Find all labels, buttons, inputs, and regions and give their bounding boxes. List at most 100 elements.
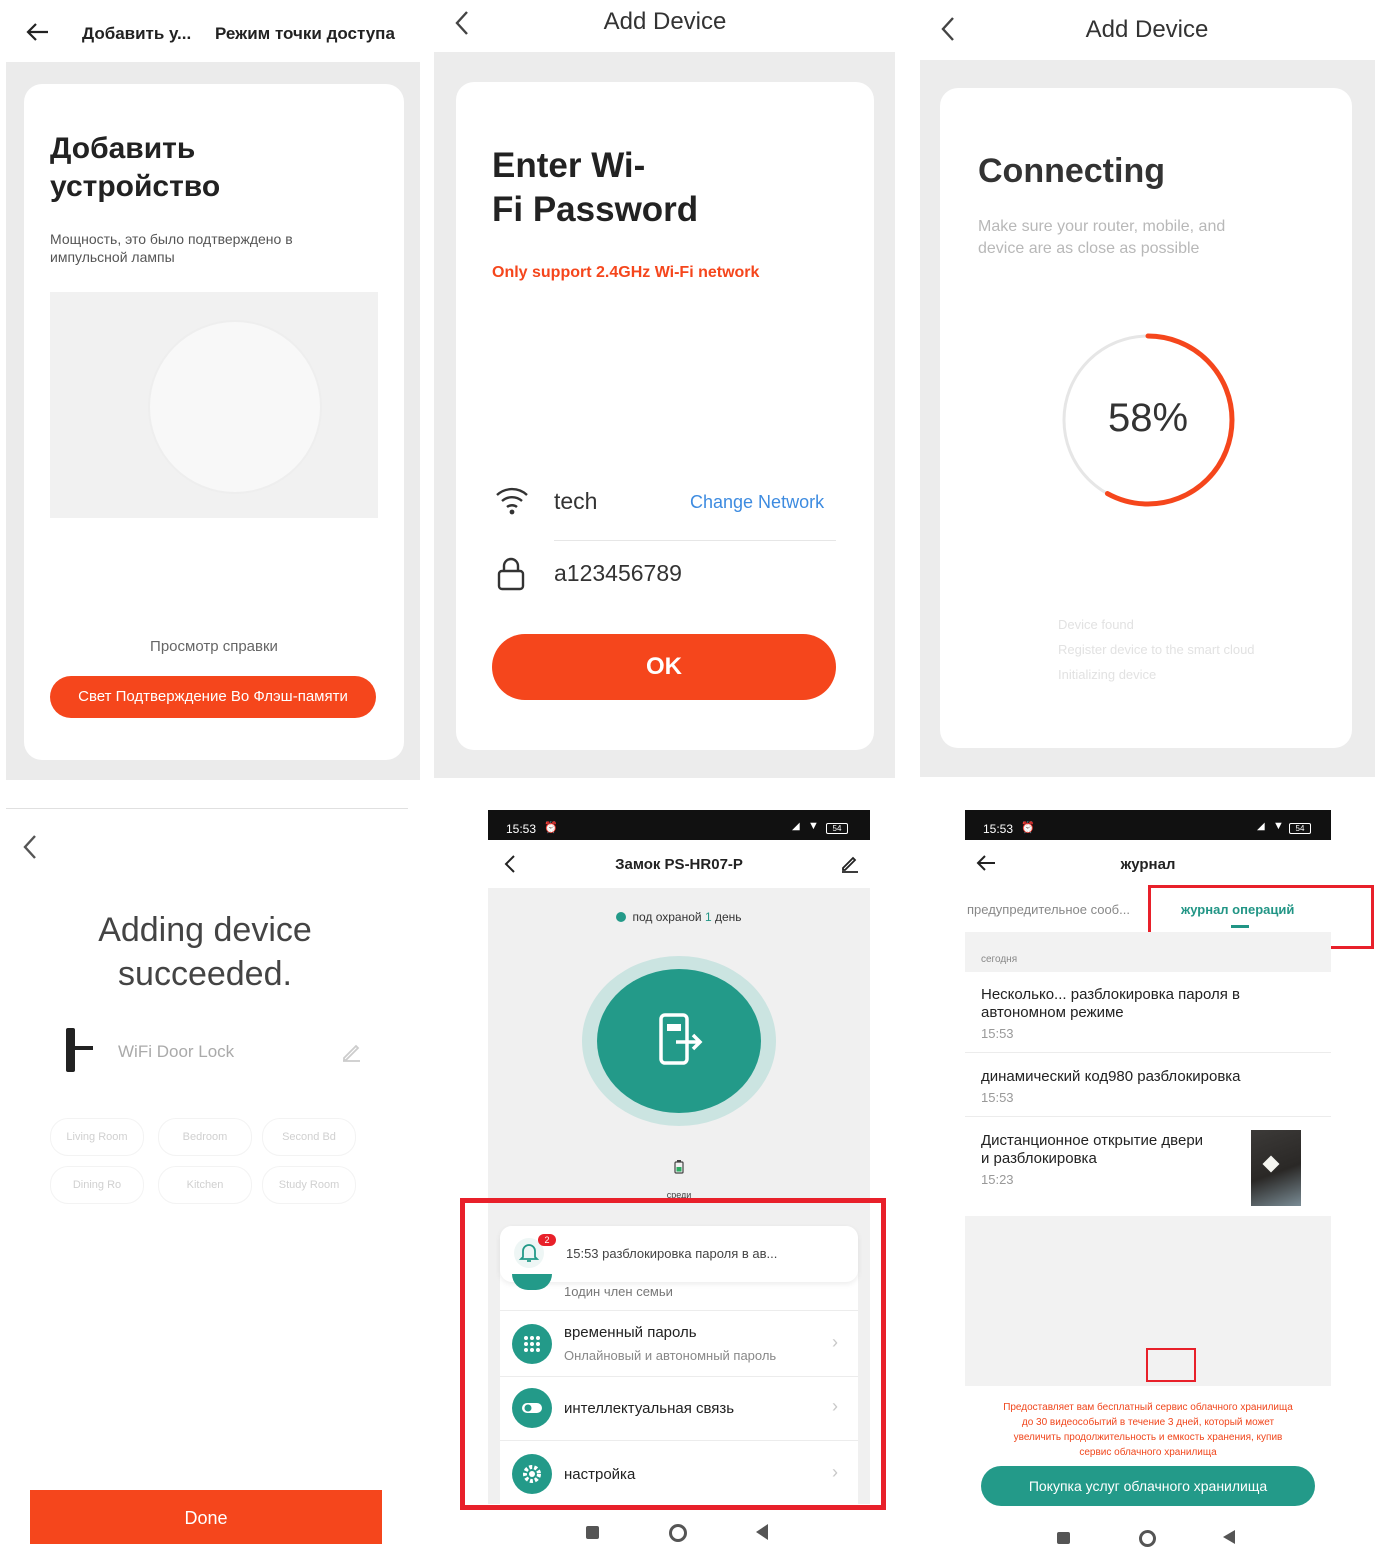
page-title: Adding device succeeded. xyxy=(0,908,410,996)
cloud-notice-line-1: Предоставляет вам бесплатный сервис обла… xyxy=(1003,1402,1293,1413)
signal-icon: ◢ xyxy=(792,821,800,832)
ok-button[interactable]: OK xyxy=(492,634,836,700)
unlock-button[interactable] xyxy=(582,956,776,1126)
frequency-warning: Only support 2.4GHz Wi-Fi network xyxy=(492,264,760,281)
title-line-2: Fi Password xyxy=(492,190,699,229)
step-register-cloud: Register device to the smart cloud xyxy=(1058,642,1255,657)
page-title: Connecting xyxy=(978,152,1165,190)
header-title: Add Device xyxy=(1085,16,1209,43)
device-name: WiFi Door Lock xyxy=(118,1042,235,1061)
divider xyxy=(554,540,836,541)
tab-warnings[interactable]: предупредительное сооб... xyxy=(967,902,1130,917)
guard-status: под охраной 1 день xyxy=(488,910,870,924)
title-line-1: Enter Wi- xyxy=(492,146,646,185)
alarm-icon: ⏰ xyxy=(1021,822,1035,834)
bulb-illustration-icon xyxy=(150,322,320,492)
panel-log: 15:53 ⏰ ◢ ▼ 54 журнал предупредительное … xyxy=(965,810,1381,1547)
description-line-1: Make sure your router, mobile, and xyxy=(978,218,1226,235)
title-line-1: Добавить xyxy=(50,132,196,165)
panel-enter-wifi: Add Device Enter Wi- Fi Password Only su… xyxy=(432,0,898,785)
header-title: Замок PS-HR07-P xyxy=(615,856,743,873)
panel-lock-home: 15:53 ⏰ ◢ ▼ 54 Замок PS-HR07-P под охран… xyxy=(460,810,886,1544)
light-glare xyxy=(1262,1155,1280,1173)
room-chip-bedroom[interactable]: Bedroom xyxy=(158,1118,252,1156)
door-lock-icon xyxy=(60,1026,96,1074)
password-input[interactable]: a123456789 xyxy=(554,560,682,587)
status-bar: 15:53 ⏰ ◢ ▼ 54 xyxy=(488,810,870,840)
cloud-purchase-button[interactable]: Покупка услуг облачного хранилища xyxy=(981,1466,1315,1506)
edit-icon[interactable] xyxy=(840,854,860,874)
log-entry-time: 15:23 xyxy=(981,1172,1014,1187)
shield-check-icon xyxy=(616,912,627,922)
room-chip-kitchen[interactable]: Kitchen xyxy=(158,1166,252,1204)
description-line-2: device are as close as possible xyxy=(978,240,1200,257)
page-title: Enter Wi- Fi Password xyxy=(492,144,698,232)
cloud-notice-line-2: до 30 видеособытий в течение 3 дней, кот… xyxy=(1021,1417,1275,1428)
top-divider xyxy=(6,808,408,809)
header-left-title: Добавить у... xyxy=(82,24,192,43)
nav-bar xyxy=(965,1510,1331,1547)
nav-recents-icon[interactable] xyxy=(586,1526,599,1539)
wifi-status-icon: ▼ xyxy=(808,820,819,832)
log-entry[interactable]: Дистанционное открытие двери и разблокир… xyxy=(965,1116,1331,1216)
step-initializing: Initializing device xyxy=(1058,667,1157,682)
nav-bar xyxy=(488,1504,870,1544)
nav-home-icon[interactable] xyxy=(1139,1530,1156,1547)
section-header: сегодня xyxy=(965,932,1331,972)
battery-icon xyxy=(674,1160,684,1174)
log-line-1: Дистанционное открытие двери xyxy=(981,1132,1204,1149)
battery-status-icon: 54 xyxy=(1289,823,1311,834)
header-title: Add Device xyxy=(603,8,727,35)
cloud-notice-line-4: сервис облачного хранилища xyxy=(1079,1447,1217,1458)
edit-name-icon[interactable] xyxy=(340,1040,362,1062)
status-time: 15:53 xyxy=(983,822,1014,836)
card: Connecting Make sure your router, mobile… xyxy=(940,88,1352,748)
confirm-flash-button[interactable]: Свет Подтверждение Во Флэш-памяти xyxy=(50,676,376,718)
door-open-icon xyxy=(658,1012,704,1068)
panel-add-device-ru: Добавить у... Режим точки доступа Добави… xyxy=(0,0,425,785)
header-mode-title[interactable]: Режим точки доступа xyxy=(215,24,395,44)
nav-recents-icon[interactable] xyxy=(1057,1532,1070,1544)
change-network-link[interactable]: Change Network xyxy=(690,492,824,513)
log-entry[interactable]: динамический код980 разблокировка 15:53 xyxy=(965,1052,1331,1117)
highlight-box xyxy=(460,1198,886,1510)
status-time: 15:53 xyxy=(506,822,537,836)
done-button[interactable]: Done xyxy=(30,1490,382,1544)
step-list: Device found Register device to the smar… xyxy=(1058,612,1255,687)
nav-back-icon[interactable] xyxy=(1223,1530,1235,1544)
cloud-notice-line-3: увеличить продолжительность и емкость хр… xyxy=(1013,1432,1283,1443)
guard-suffix: день xyxy=(714,910,742,924)
log-entry[interactable]: Несколько... разблокировка пароля в авто… xyxy=(965,972,1331,1053)
section-today: сегодня xyxy=(981,954,1018,965)
help-link[interactable]: Просмотр справки xyxy=(24,638,404,655)
step-device-found: Device found xyxy=(1058,617,1134,632)
highlight-box-small xyxy=(1146,1348,1196,1382)
room-chip-dining[interactable]: Dining Ro xyxy=(50,1166,144,1204)
snapshot-thumbnail[interactable] xyxy=(1251,1130,1301,1206)
battery-status-icon: 54 xyxy=(826,823,848,834)
progress-label: 58% xyxy=(1107,396,1189,440)
page-title: Добавить устройство xyxy=(50,130,220,206)
guard-days: 1 xyxy=(704,910,712,924)
room-chip-living[interactable]: Living Room xyxy=(50,1118,144,1156)
back-chevron-icon[interactable] xyxy=(20,832,40,862)
back-arrow-icon[interactable] xyxy=(24,20,52,44)
guard-prefix: под охраной xyxy=(632,910,702,924)
log-entry-time: 15:53 xyxy=(981,1090,1014,1105)
log-line-2: автономном режиме xyxy=(981,1004,1124,1021)
card: Добавить устройство Мощность, это было п… xyxy=(24,84,404,760)
log-entry-title: динамический код980 разблокировка xyxy=(981,1068,1241,1085)
device-illustration xyxy=(50,292,378,518)
cloud-notice: Предоставляет вам бесплатный сервис обла… xyxy=(965,1400,1331,1460)
title-line-1: Adding device xyxy=(98,911,312,949)
log-line-2: и разблокировка xyxy=(981,1150,1097,1167)
header-title: журнал xyxy=(1120,856,1176,873)
description: Make sure your router, mobile, and devic… xyxy=(978,216,1225,260)
alarm-icon: ⏰ xyxy=(544,822,558,834)
room-chip-second-bedroom[interactable]: Second Bd xyxy=(262,1118,356,1156)
title-line-2: succeeded. xyxy=(118,955,292,993)
nav-home-icon[interactable] xyxy=(669,1524,687,1542)
nav-back-icon[interactable] xyxy=(756,1524,768,1540)
room-chip-study[interactable]: Study Room xyxy=(262,1166,356,1204)
wifi-icon xyxy=(494,484,530,516)
